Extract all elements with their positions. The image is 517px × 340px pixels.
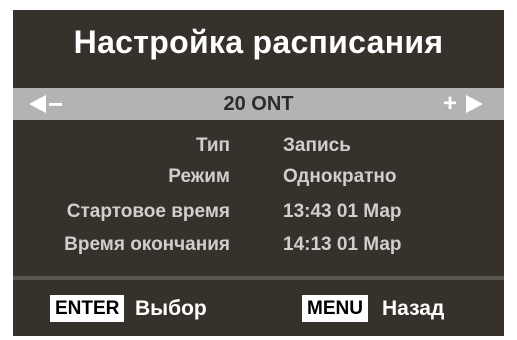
field-row-mode[interactable]: Режим Однократно — [13, 164, 504, 190]
enter-action-label: Выбор — [135, 297, 207, 320]
enter-key[interactable]: ENTER — [50, 295, 125, 322]
channel-next-symbol[interactable]: + — [443, 88, 457, 119]
field-label-mode: Режим — [168, 166, 230, 187]
channel-name: 20 ONT — [223, 93, 294, 115]
field-value-end-time[interactable]: 14:13 01 Мар — [283, 232, 402, 258]
field-row-type[interactable]: Тип Запись — [13, 133, 504, 159]
channel-selector[interactable]: − 20 ONT + — [13, 88, 504, 120]
field-label-start-time: Стартовое время — [66, 201, 230, 222]
arrow-right-icon[interactable] — [466, 95, 483, 113]
field-value-type[interactable]: Запись — [283, 133, 351, 159]
menu-key[interactable]: MENU — [302, 295, 368, 322]
field-row-start-time[interactable]: Стартовое время 13:43 01 Мар — [13, 199, 504, 225]
schedule-settings-panel: Настройка расписания − 20 ONT + Тип Запи… — [13, 10, 504, 336]
field-label-type: Тип — [195, 135, 230, 156]
field-value-start-time[interactable]: 13:43 01 Мар — [283, 199, 402, 225]
field-row-end-time[interactable]: Время окончания 14:13 01 Мар — [13, 232, 504, 258]
menu-action-label: Назад — [382, 297, 445, 320]
field-value-mode[interactable]: Однократно — [283, 164, 397, 190]
field-label-end-time: Время окончания — [64, 234, 230, 255]
footer-divider — [13, 276, 504, 280]
page-title: Настройка расписания — [73, 24, 444, 60]
